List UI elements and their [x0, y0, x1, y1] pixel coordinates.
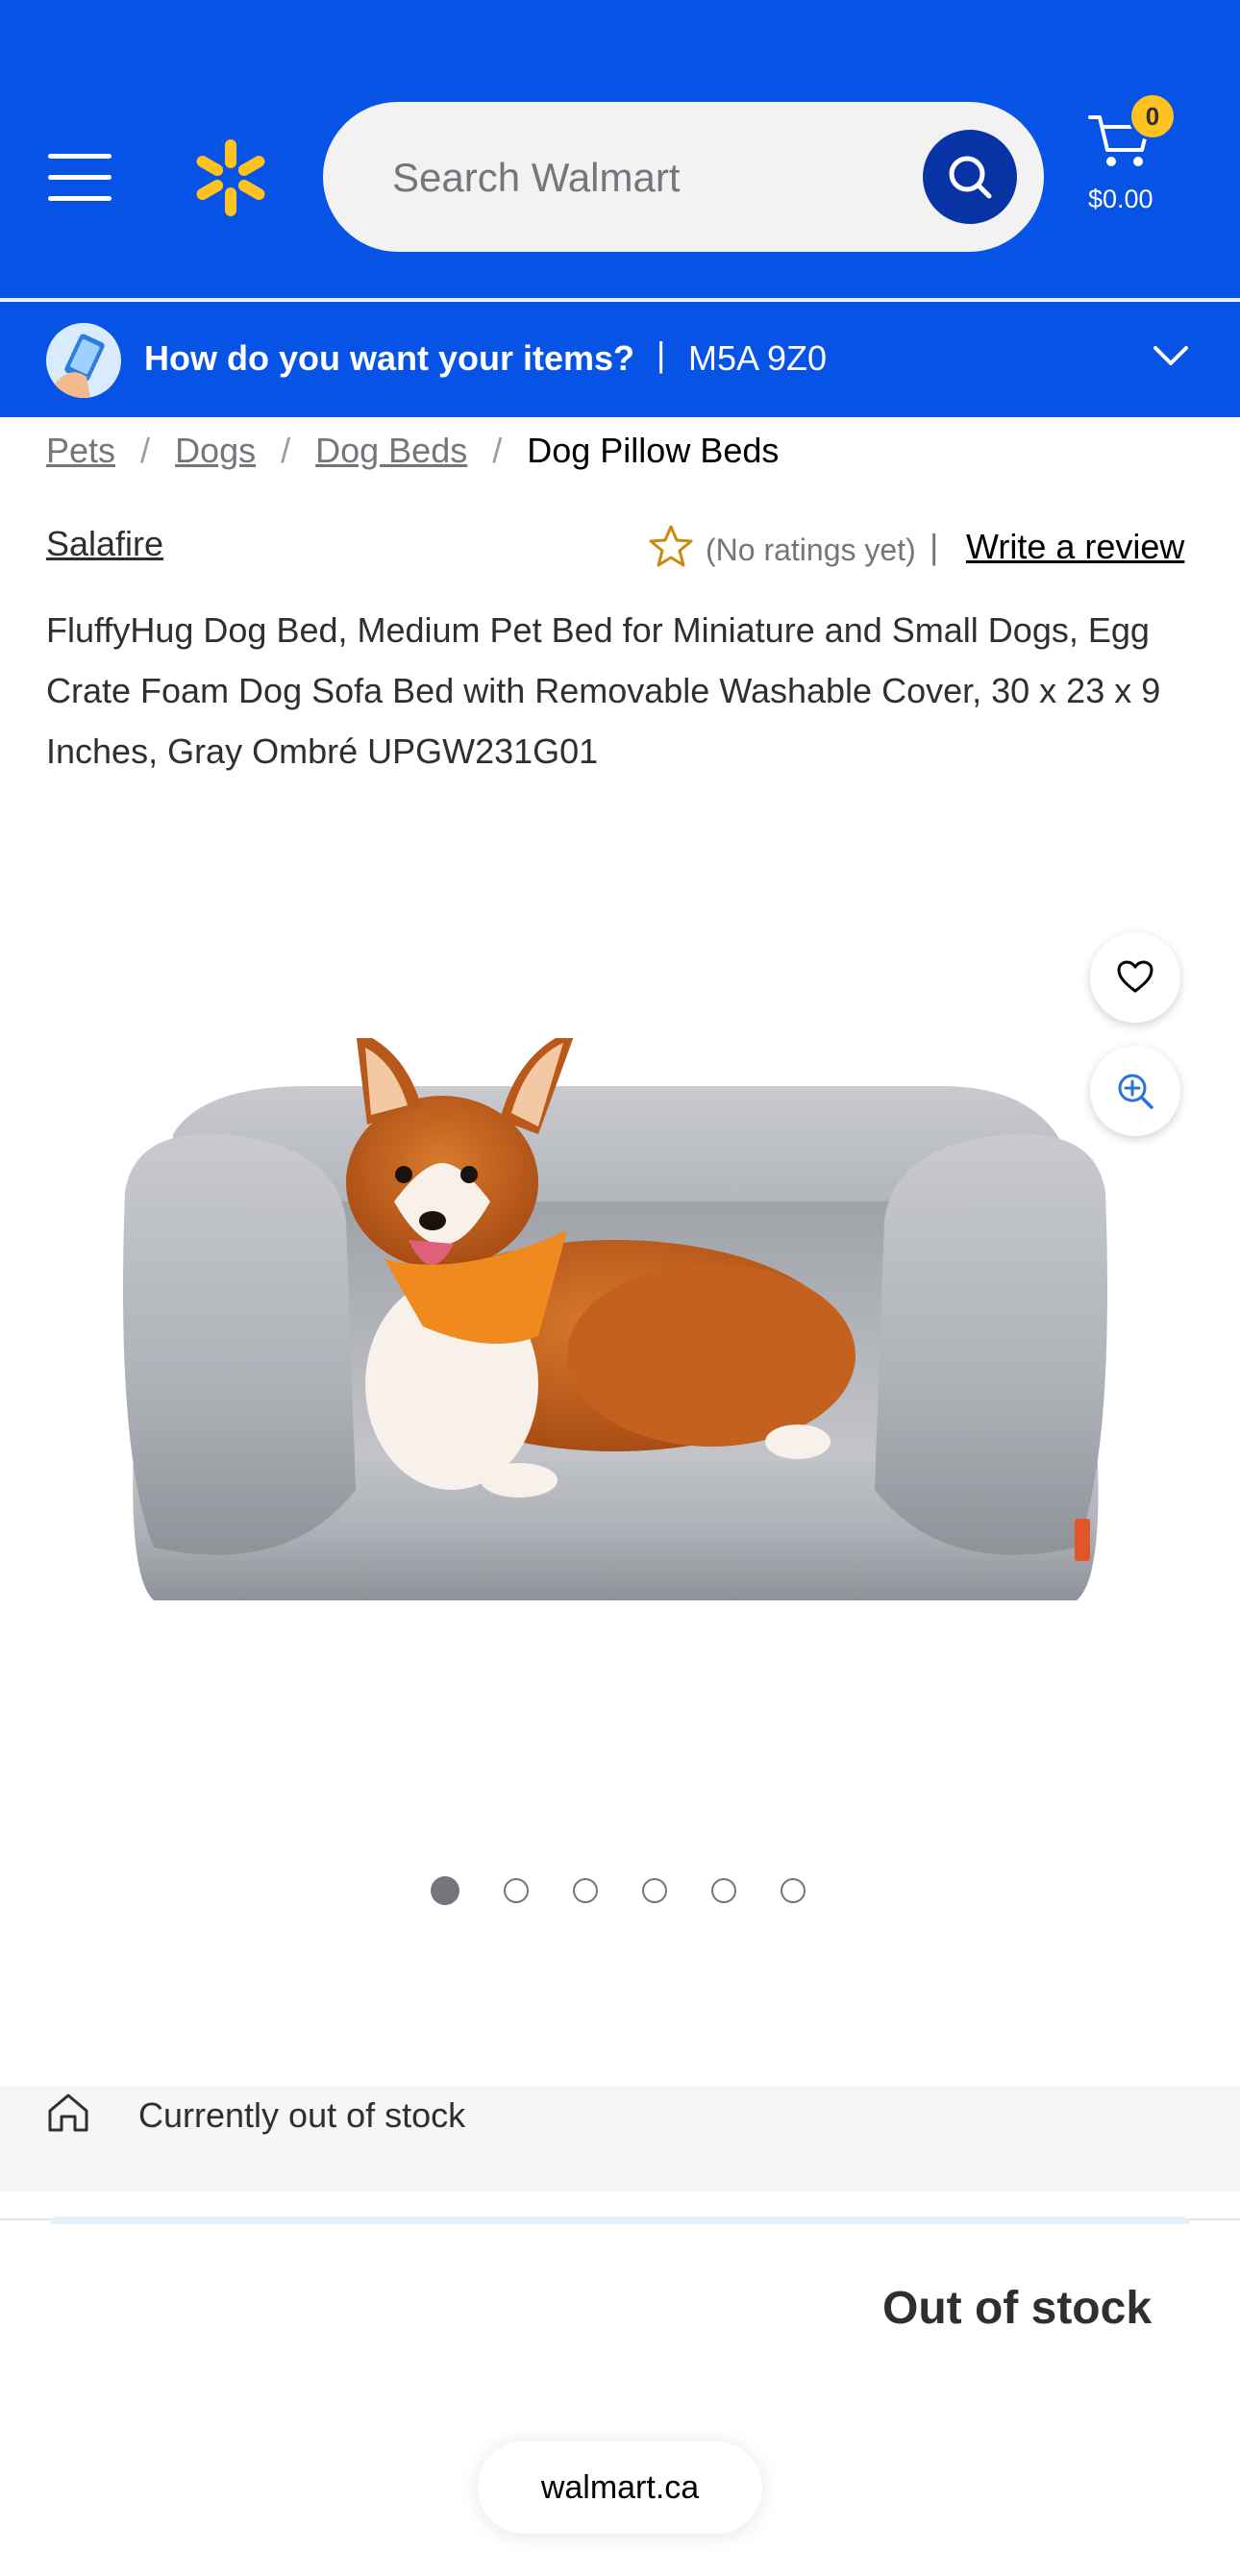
hamburger-menu-icon[interactable] — [48, 154, 112, 202]
browser-url-pill[interactable]: walmart.ca — [478, 2441, 762, 2534]
carousel-dot[interactable] — [573, 1878, 598, 1903]
search-button[interactable] — [923, 130, 1017, 224]
zoom-in-icon — [1118, 1074, 1153, 1109]
breadcrumb: Pets / Dogs / Dog Beds / Dog Pillow Beds — [46, 431, 779, 488]
product-image[interactable] — [115, 1038, 1115, 1615]
carousel-dot[interactable] — [781, 1878, 806, 1903]
postal-code: M5A 9Z0 — [688, 338, 828, 378]
delivery-phone-icon — [46, 323, 121, 398]
write-review-link[interactable]: Write a review — [966, 527, 1184, 567]
breadcrumb-link-dogs[interactable]: Dogs — [175, 431, 256, 470]
walmart-spark-icon[interactable] — [192, 135, 269, 221]
panel-accent — [50, 2217, 1190, 2224]
cart-total: $0.00 — [1088, 185, 1153, 213]
stock-message: Currently out of stock — [138, 2095, 466, 2135]
star-outline-icon — [649, 525, 693, 567]
rating-text: (No ratings yet) — [706, 533, 916, 567]
favorite-button[interactable] — [1090, 932, 1180, 1023]
breadcrumb-separator: / — [140, 431, 151, 470]
breadcrumb-current: Dog Pillow Beds — [527, 431, 780, 470]
breadcrumb-separator: / — [492, 431, 503, 470]
breadcrumb-separator: / — [281, 431, 291, 470]
breadcrumb-link-dog-beds[interactable]: Dog Beds — [315, 431, 467, 470]
rating-separator: | — [930, 527, 939, 566]
cart-count-badge: 0 — [1128, 92, 1177, 140]
chevron-down-icon — [1153, 346, 1188, 365]
delivery-separator: | — [657, 334, 666, 374]
image-carousel-dots — [431, 1876, 815, 1907]
search-input[interactable] — [390, 102, 894, 254]
carousel-dot[interactable] — [642, 1878, 667, 1903]
breadcrumb-link-pets[interactable]: Pets — [46, 431, 115, 470]
delivery-selector[interactable]: How do you want your items? | M5A 9Z0 — [0, 302, 1240, 417]
out-of-stock-label: Out of stock — [882, 2283, 1153, 2334]
carousel-dot[interactable] — [711, 1878, 736, 1903]
search-icon — [949, 156, 992, 199]
product-title: FluffyHug Dog Bed, Medium Pet Bed for Mi… — [46, 610, 1161, 771]
header-divider — [0, 298, 1240, 301]
heart-icon — [1117, 960, 1153, 993]
delivery-question: How do you want your items? — [144, 338, 635, 378]
search-bar[interactable] — [323, 102, 1044, 254]
store-icon — [48, 2093, 88, 2132]
cart-button[interactable]: 0 $0.00 — [1080, 92, 1186, 227]
carousel-dot[interactable] — [431, 1876, 459, 1905]
seller-link[interactable]: Salafire — [46, 524, 163, 564]
carousel-dot[interactable] — [504, 1878, 529, 1903]
